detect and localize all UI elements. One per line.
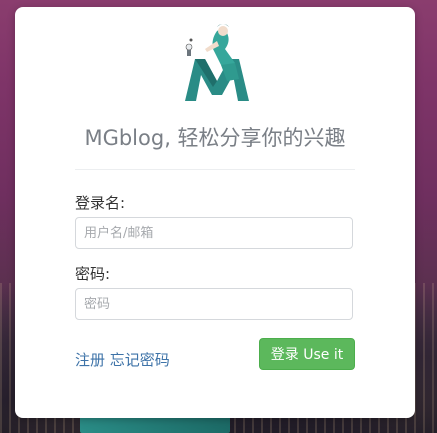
- login-button[interactable]: 登录 Use it: [259, 338, 355, 370]
- divider: [75, 169, 355, 170]
- auth-links: 注册 忘记密码: [75, 349, 170, 370]
- register-link[interactable]: 注册: [75, 351, 105, 369]
- mgblog-logo-icon: [185, 24, 249, 101]
- login-card: MGblog, 轻松分享你的兴趣 登录名: 密码: 注册 忘记密码 登录 Use…: [15, 7, 415, 418]
- username-label: 登录名:: [75, 194, 126, 212]
- password-input[interactable]: [75, 288, 353, 320]
- password-label: 密码:: [75, 265, 111, 283]
- site-tagline: MGblog, 轻松分享你的兴趣: [84, 126, 346, 150]
- forgot-password-link[interactable]: 忘记密码: [110, 351, 170, 369]
- username-input[interactable]: [75, 217, 353, 249]
